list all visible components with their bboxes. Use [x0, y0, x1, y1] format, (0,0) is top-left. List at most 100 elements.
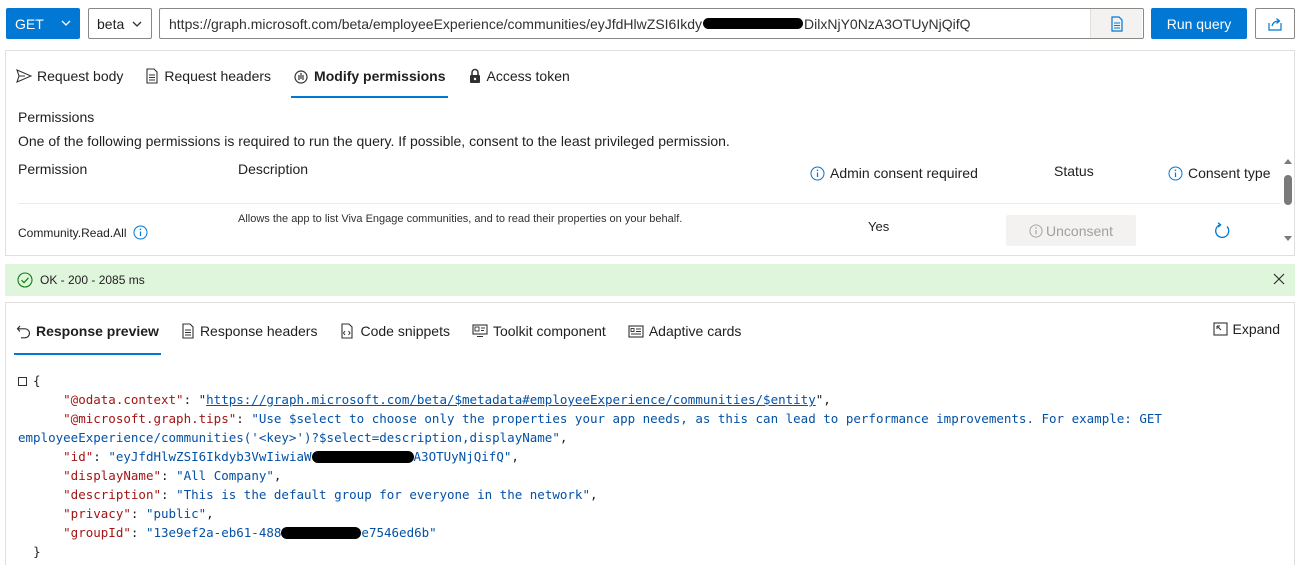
json-line: "privacy": "public", [63, 506, 214, 521]
scroll-down-icon[interactable] [1283, 235, 1293, 243]
column-header-status: Status [1054, 163, 1094, 179]
json-brace: { [33, 373, 41, 388]
expand-icon [1212, 322, 1228, 336]
json-line: "groupId": "13e9ef2a-eb61-488 e7546ed6b" [63, 525, 437, 540]
json-key: "groupId" [63, 525, 131, 540]
check-circle-icon [17, 272, 33, 288]
tab-request-body[interactable]: Request body [6, 51, 133, 101]
response-status-bar: OK - 200 - 2085 ms [5, 264, 1295, 296]
tab-label: Code snippets [360, 323, 450, 339]
header-label: Description [238, 161, 309, 177]
status-text: OK - 200 - 2085 ms [40, 273, 145, 287]
json-line: "@odata.context": "https://graph.microso… [63, 392, 831, 407]
column-header-description: Description [238, 161, 308, 177]
json-line: "@microsoft.graph.tips": "Use $select to… [63, 411, 1162, 426]
undo-icon [16, 325, 31, 338]
request-panel: Request body Request headers Modify perm… [5, 50, 1295, 256]
url-docs-button[interactable] [1090, 9, 1142, 38]
response-tabs: Response preview Response headers Code s… [6, 303, 753, 359]
tab-label: Response preview [36, 323, 159, 339]
redaction-mark [311, 451, 414, 463]
url-text-end: DilxNjY0NzA3OTUyNjQifQ [804, 15, 971, 32]
json-line: employeeExperience/communities('<key>')?… [18, 430, 568, 445]
json-key: "id" [63, 449, 94, 464]
refresh-icon[interactable] [1213, 222, 1231, 240]
code-icon [341, 323, 354, 339]
tab-response-headers[interactable]: Response headers [171, 303, 328, 359]
json-key: "privacy" [63, 506, 131, 521]
json-key: "@odata.context" [63, 392, 184, 407]
tab-label: Toolkit component [492, 323, 606, 339]
tab-request-headers[interactable]: Request headers [135, 51, 281, 101]
tab-access-token[interactable]: Access token [458, 51, 580, 101]
json-key: "@microsoft.graph.tips" [63, 411, 237, 426]
tab-label: Response headers [199, 323, 318, 339]
tab-label: Request body [37, 68, 124, 84]
tab-adaptive-cards[interactable]: Adaptive cards [618, 303, 752, 359]
document-icon [1110, 15, 1123, 32]
json-line: } [18, 542, 1288, 561]
tab-toolkit-component[interactable]: Toolkit component [462, 303, 616, 359]
permission-description: Allows the app to list Viva Engage commu… [238, 213, 683, 225]
json-string: e7546ed6b" [361, 525, 437, 540]
json-viewer[interactable]: { "@odata.context": "https://graph.micro… [18, 371, 1288, 561]
tab-label: Access token [486, 68, 570, 84]
http-method-dropdown[interactable]: GET [6, 8, 80, 39]
unconsent-label: Unconsent [1046, 222, 1113, 239]
header-label: Permission [18, 161, 88, 177]
info-icon [1029, 223, 1043, 238]
column-header-consent-type[interactable]: Consent type [1168, 165, 1271, 181]
collapse-toggle[interactable] [18, 377, 27, 386]
tab-modify-permissions[interactable]: Modify permissions [283, 51, 455, 101]
tab-label: Adaptive cards [648, 323, 742, 339]
url-input[interactable]: https://graph.microsoft.com/beta/employe… [159, 8, 1144, 39]
chevron-down-icon [61, 20, 71, 26]
run-query-button[interactable]: Run query [1151, 8, 1247, 39]
document-icon [146, 68, 158, 84]
header-label: Status [1054, 163, 1094, 179]
json-key: "description" [63, 487, 161, 502]
expand-label: Expand [1232, 321, 1280, 337]
redaction-mark [703, 18, 804, 29]
json-string: "This is the default group for everyone … [176, 487, 590, 502]
expand-button[interactable]: Expand [1212, 321, 1280, 337]
json-line: "description": "This is the default grou… [63, 487, 598, 502]
info-icon [810, 166, 825, 180]
document-icon [182, 323, 194, 339]
url-text-start: https://graph.microsoft.com/beta/employe… [169, 15, 703, 32]
hand-icon [294, 70, 308, 84]
json-string: employeeExperience/communities('<key>')?… [18, 430, 560, 445]
scroll-thumb[interactable] [1284, 175, 1292, 205]
close-icon[interactable] [1273, 273, 1285, 285]
card-icon [628, 324, 644, 338]
column-header-permission: Permission [18, 161, 87, 177]
permissions-title: Permissions [18, 109, 95, 125]
chevron-down-icon [132, 21, 142, 27]
share-icon [1268, 17, 1282, 31]
send-icon [16, 69, 32, 83]
info-icon [1168, 166, 1183, 180]
query-bar: GET beta https://graph.microsoft.com/bet… [0, 0, 1305, 48]
share-query-button[interactable] [1255, 8, 1295, 39]
permissions-subtitle: One of the following permissions is requ… [18, 133, 730, 149]
column-header-admin-consent[interactable]: Admin consent required [810, 165, 978, 181]
json-key: "displayName" [63, 468, 161, 483]
version-dropdown[interactable]: beta [88, 8, 152, 39]
info-icon[interactable] [133, 225, 148, 240]
json-line: "id": "eyJfdHlwZSI6Ikdyb3VwIiwiaW A3OTUyN… [63, 449, 519, 464]
header-label: Admin consent required [830, 165, 978, 181]
http-method-value: GET [15, 15, 44, 32]
request-tabs: Request body Request headers Modify perm… [6, 51, 582, 101]
tab-label: Modify permissions [314, 68, 446, 84]
unconsent-button[interactable]: Unconsent [1006, 215, 1136, 246]
json-string: "Use $select to choose only the properti… [251, 411, 1162, 426]
json-string: A3OTUyNjQifQ" [413, 449, 512, 464]
json-link[interactable]: https://graph.microsoft.com/beta/$metada… [206, 392, 816, 407]
tab-code-snippets[interactable]: Code snippets [329, 303, 460, 359]
version-value: beta [97, 15, 125, 32]
permission-name-cell: Community.Read.All [18, 225, 148, 240]
scroll-up-icon[interactable] [1283, 157, 1293, 165]
json-string: "eyJfdHlwZSI6Ikdyb3VwIiwiaW [108, 449, 312, 464]
tab-response-preview[interactable]: Response preview [6, 303, 169, 359]
component-icon [472, 324, 488, 337]
